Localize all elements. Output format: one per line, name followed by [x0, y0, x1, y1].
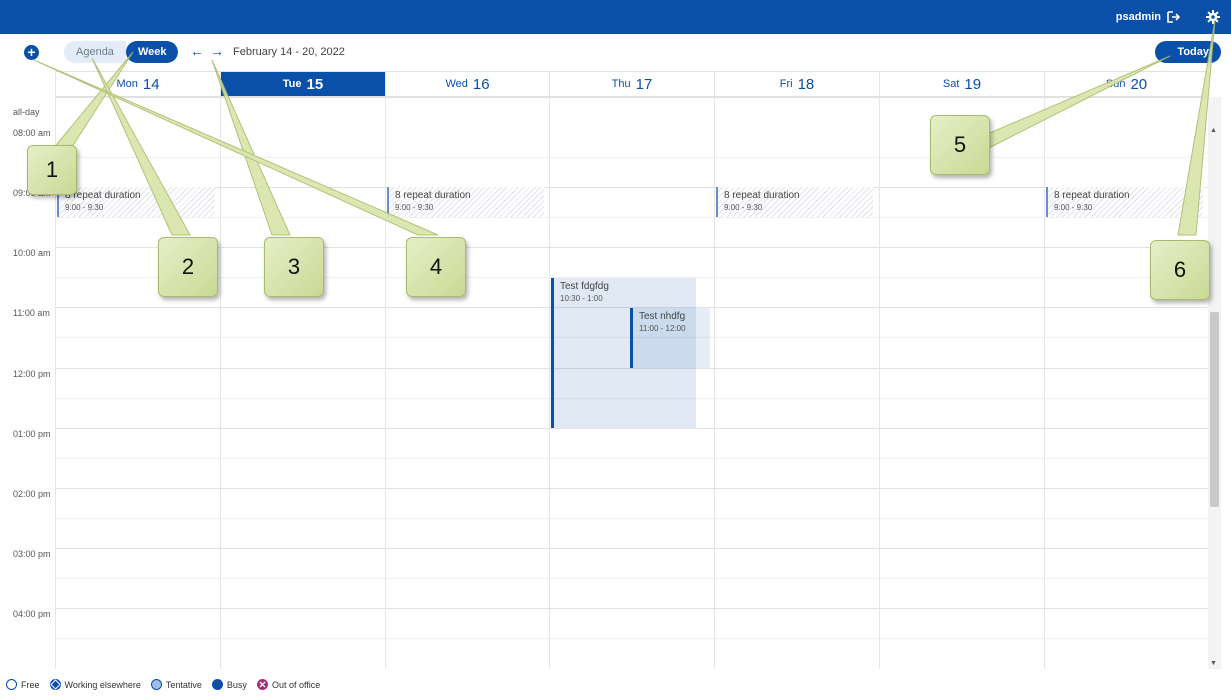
scroll-up-arrow-icon[interactable]: ▲	[1210, 127, 1217, 134]
logout-icon[interactable]	[1167, 11, 1181, 23]
event-title: Test nhdfg	[639, 311, 686, 322]
event-time: 10:30 - 1:00	[560, 294, 603, 303]
view-switch: Agenda Week	[64, 41, 179, 63]
day-name: Sat	[942, 78, 960, 90]
event-time: 11:00 - 12:00	[639, 324, 686, 333]
day-name: Sun	[1105, 78, 1126, 90]
scroll-down-arrow-icon[interactable]: ▼	[1210, 660, 1217, 667]
tentative-icon	[150, 679, 162, 690]
time-label: 10:00 am	[13, 248, 51, 258]
day-header-fri[interactable]: Fri 18	[714, 71, 879, 97]
day-header-sat[interactable]: Sat 19	[879, 71, 1044, 97]
all-day-label: all-day	[13, 107, 40, 117]
day-number: 15	[306, 75, 324, 93]
day-number: 14	[142, 75, 160, 93]
previous-week-arrow-icon[interactable]: ←	[190, 43, 204, 59]
day-name: Fri	[779, 78, 793, 90]
legend-tentative: Tentative	[150, 679, 202, 690]
event-time: 9:00 - 9:30	[65, 203, 104, 212]
today-button[interactable]: Today	[1155, 41, 1221, 63]
day-name: Thu	[611, 78, 631, 90]
event-title: Test fdgfdg	[560, 281, 609, 292]
event-repeat-wed[interactable]: 8 repeat duration 9:00 - 9:30	[387, 187, 544, 217]
next-week-arrow-icon[interactable]: →	[210, 43, 224, 59]
event-time: 9:00 - 9:30	[395, 203, 434, 212]
legend-label: Tentative	[165, 679, 202, 690]
legend-label: Free	[21, 679, 40, 690]
event-title: 8 repeat duration	[395, 190, 471, 201]
day-name: Wed	[445, 78, 468, 90]
agenda-view-button[interactable]: Agenda	[64, 41, 126, 63]
busy-icon	[211, 679, 223, 690]
day-header-sun[interactable]: Sun 20	[1044, 71, 1208, 97]
day-header-wed[interactable]: Wed 16	[385, 71, 549, 97]
date-range-label: February 14 - 20, 2022	[233, 46, 345, 58]
time-label: 12:00 pm	[13, 369, 51, 379]
time-label: 11:00 am	[13, 308, 50, 318]
day-header-tue-today[interactable]: Tue 15	[220, 71, 385, 97]
week-view-button[interactable]: Week	[125, 41, 179, 63]
time-label: 09:00 am	[13, 188, 51, 198]
top-bar: psadmin	[0, 0, 1231, 34]
free-icon	[6, 679, 17, 690]
week-time-grid[interactable]: all-day 08:00 am 09:00 am 10:00 am 11:00…	[0, 97, 1208, 669]
event-title: 8 repeat duration	[724, 190, 800, 201]
day-name: Tue	[282, 78, 302, 90]
settings-gear-icon[interactable]	[1206, 10, 1220, 24]
time-label: 08:00 am	[13, 128, 51, 138]
username-label: psadmin	[1115, 11, 1161, 23]
day-header-thu[interactable]: Thu 17	[549, 71, 714, 97]
time-label: 01:00 pm	[13, 429, 51, 439]
legend-label: Working elsewhere	[64, 679, 141, 690]
time-label: 03:00 pm	[13, 549, 51, 559]
scrollbar-thumb[interactable]	[1210, 312, 1219, 507]
day-number: 18	[797, 75, 815, 93]
event-title: 8 repeat duration	[1054, 190, 1130, 201]
legend-out-of-office: Out of office	[256, 679, 321, 690]
event-time: 9:00 - 9:30	[1054, 203, 1093, 212]
event-repeat-fri[interactable]: 8 repeat duration 9:00 - 9:30	[716, 187, 873, 217]
event-title: 8 repeat duration	[65, 190, 141, 201]
working-elsewhere-icon	[49, 679, 61, 690]
event-repeat-sun[interactable]: 8 repeat duration 9:00 - 9:30	[1046, 187, 1203, 217]
day-number: 20	[1130, 75, 1148, 93]
event-time: 9:00 - 9:30	[724, 203, 763, 212]
legend-label: Busy	[226, 679, 247, 690]
out-of-office-icon	[256, 679, 268, 690]
time-label: 02:00 pm	[13, 489, 51, 499]
user-menu[interactable]: psadmin	[1116, 11, 1181, 23]
grid-scrollbar[interactable]: ▲ ▼	[1208, 97, 1221, 669]
legend-label: Out of office	[271, 679, 321, 690]
day-number: 16	[472, 75, 490, 93]
event-repeat-mon[interactable]: 8 repeat duration 9:00 - 9:30	[57, 187, 215, 217]
event-test-nhdfg[interactable]: Test nhdfg 11:00 - 12:00	[630, 308, 710, 368]
day-number: 19	[964, 75, 982, 93]
day-header-mon[interactable]: Mon 14	[55, 71, 220, 97]
availability-legend: Free Working elsewhere Tentative Busy Ou…	[6, 679, 320, 690]
legend-working-elsewhere: Working elsewhere	[49, 679, 141, 690]
legend-busy: Busy	[211, 679, 247, 690]
day-name: Mon	[116, 78, 138, 90]
legend-free: Free	[6, 679, 40, 690]
add-event-button[interactable]: +	[24, 45, 39, 60]
calendar-toolbar: + Agenda Week ← → February 14 - 20, 2022…	[0, 34, 1231, 71]
day-number: 17	[635, 75, 653, 93]
time-label: 04:00 pm	[13, 609, 51, 619]
